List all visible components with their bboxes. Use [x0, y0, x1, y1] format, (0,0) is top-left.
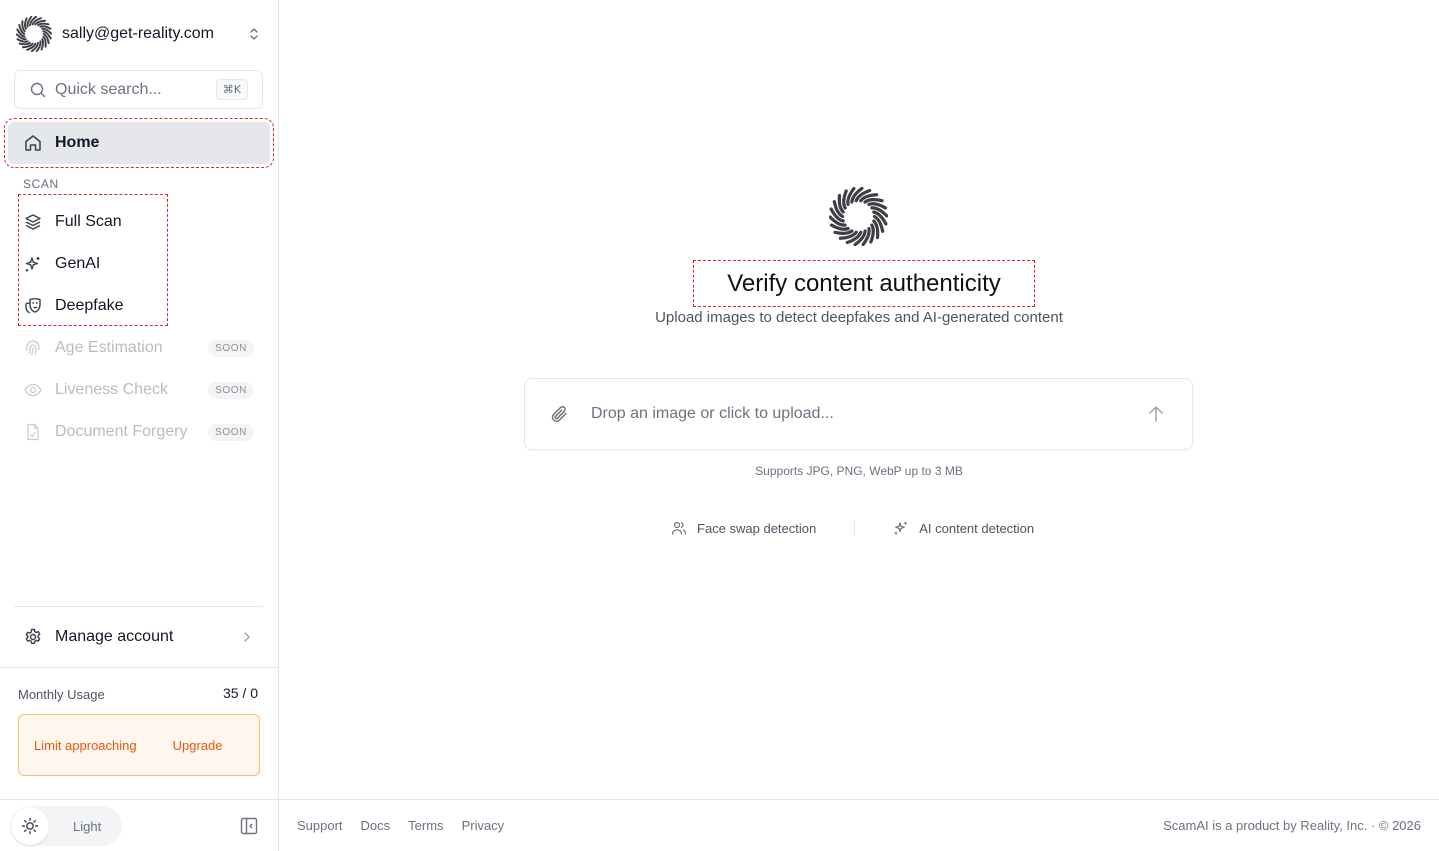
upload-placeholder: Drop an image or click to upload...	[591, 405, 834, 422]
home-icon	[25, 135, 41, 151]
sidebar-item-label: Age Estimation	[55, 339, 163, 356]
footer-link-privacy[interactable]: Privacy	[462, 818, 505, 833]
page-title: Verify content authenticity	[693, 260, 1035, 307]
monthly-usage-label: Monthly Usage	[18, 687, 105, 702]
sidebar-item-label: Document Forgery	[55, 423, 188, 440]
layers-icon	[25, 214, 41, 230]
soon-badge: SOON	[208, 339, 254, 357]
upgrade-link[interactable]: Upgrade	[173, 738, 223, 753]
sidebar-divider	[0, 667, 279, 668]
soon-badge: SOON	[208, 423, 254, 441]
sidebar-item-label: Full Scan	[55, 213, 122, 230]
manage-account-label: Manage account	[55, 628, 174, 645]
feature-label: AI content detection	[919, 520, 1035, 536]
sidebar-item-deepfake[interactable]: Deepfake	[8, 285, 270, 327]
supported-formats-note: Supports JPG, PNG, WebP up to 3 MB	[755, 464, 963, 478]
account-switcher[interactable]: sally@get-reality.com	[16, 16, 262, 52]
soon-badge: SOON	[208, 381, 254, 399]
sidebar-item-document-forgery: Document Forgery SOON	[8, 411, 270, 453]
section-label-scan: SCAN	[23, 177, 59, 191]
sidebar-collapse-icon[interactable]	[239, 816, 259, 836]
sidebar-item-full-scan[interactable]: Full Scan	[8, 201, 270, 243]
limit-warning-text: Limit approaching	[34, 737, 137, 753]
search-icon	[30, 82, 46, 97]
brand-logo-icon	[829, 187, 888, 246]
feature-ai-content: AI content detection	[893, 520, 1034, 536]
sidebar-item-label: Liveness Check	[55, 381, 168, 398]
feature-list: Face swap detection AI content detection	[671, 518, 1034, 538]
page-subtitle: Upload images to detect deepfakes and AI…	[655, 309, 1063, 326]
sun-icon	[21, 817, 39, 835]
manage-account-button[interactable]: Manage account	[8, 616, 270, 658]
footer-link-terms[interactable]: Terms	[408, 818, 443, 833]
eye-icon	[24, 383, 42, 397]
footer: Support Docs Terms Privacy ScamAI is a p…	[279, 799, 1439, 851]
sidebar-item-label: Deepfake	[55, 297, 124, 314]
monthly-usage-value: 35 / 0	[222, 685, 258, 701]
feature-face-swap: Face swap detection	[671, 520, 816, 536]
sparkles-icon	[895, 522, 907, 535]
sidebar-item-label: Home	[55, 134, 100, 151]
paperclip-icon[interactable]	[549, 403, 571, 425]
chevron-up-down-icon	[250, 28, 258, 40]
theater-mask-icon	[25, 298, 41, 314]
sidebar-item-age-estimation: Age Estimation SOON	[8, 327, 270, 369]
quick-search-input[interactable]: Quick search... ⌘K	[14, 70, 263, 109]
theme-label: Light	[73, 818, 102, 834]
search-placeholder: Quick search...	[55, 80, 162, 98]
footer-copyright: ScamAI is a product by Reality, Inc. · ©…	[1163, 818, 1421, 833]
brand-logo-icon	[16, 16, 52, 52]
theme-toggle[interactable]: Light	[10, 806, 122, 846]
search-shortcut-badge: ⌘K	[215, 79, 248, 100]
arrow-up-icon[interactable]	[1146, 404, 1166, 424]
file-icon	[27, 423, 39, 441]
sidebar-item-liveness-check: Liveness Check SOON	[8, 369, 270, 411]
footer-link-support[interactable]: Support	[297, 818, 343, 833]
upload-dropzone[interactable]: Drop an image or click to upload...	[524, 378, 1193, 450]
page-title-text: Verify content authenticity	[727, 269, 1001, 297]
feature-divider	[854, 521, 856, 535]
fingerprint-icon	[25, 340, 40, 356]
sidebar-item-genai[interactable]: GenAI	[8, 243, 270, 285]
feature-label: Face swap detection	[697, 520, 817, 536]
users-icon	[671, 521, 687, 535]
account-email: sally@get-reality.com	[62, 25, 214, 42]
theme-toggle-knob	[11, 807, 49, 845]
gear-icon	[25, 628, 41, 644]
sparkles-icon	[25, 257, 40, 272]
chevron-right-icon	[244, 632, 250, 642]
sidebar-item-label: GenAI	[55, 255, 101, 272]
sidebar-item-home[interactable]: Home	[4, 118, 274, 168]
sidebar: sally@get-reality.com Quick search... ⌘K…	[0, 0, 279, 851]
sidebar-divider	[0, 799, 279, 800]
footer-link-docs[interactable]: Docs	[361, 818, 391, 833]
limit-warning-banner: Limit approaching Upgrade	[18, 714, 260, 776]
sidebar-divider	[14, 606, 263, 607]
